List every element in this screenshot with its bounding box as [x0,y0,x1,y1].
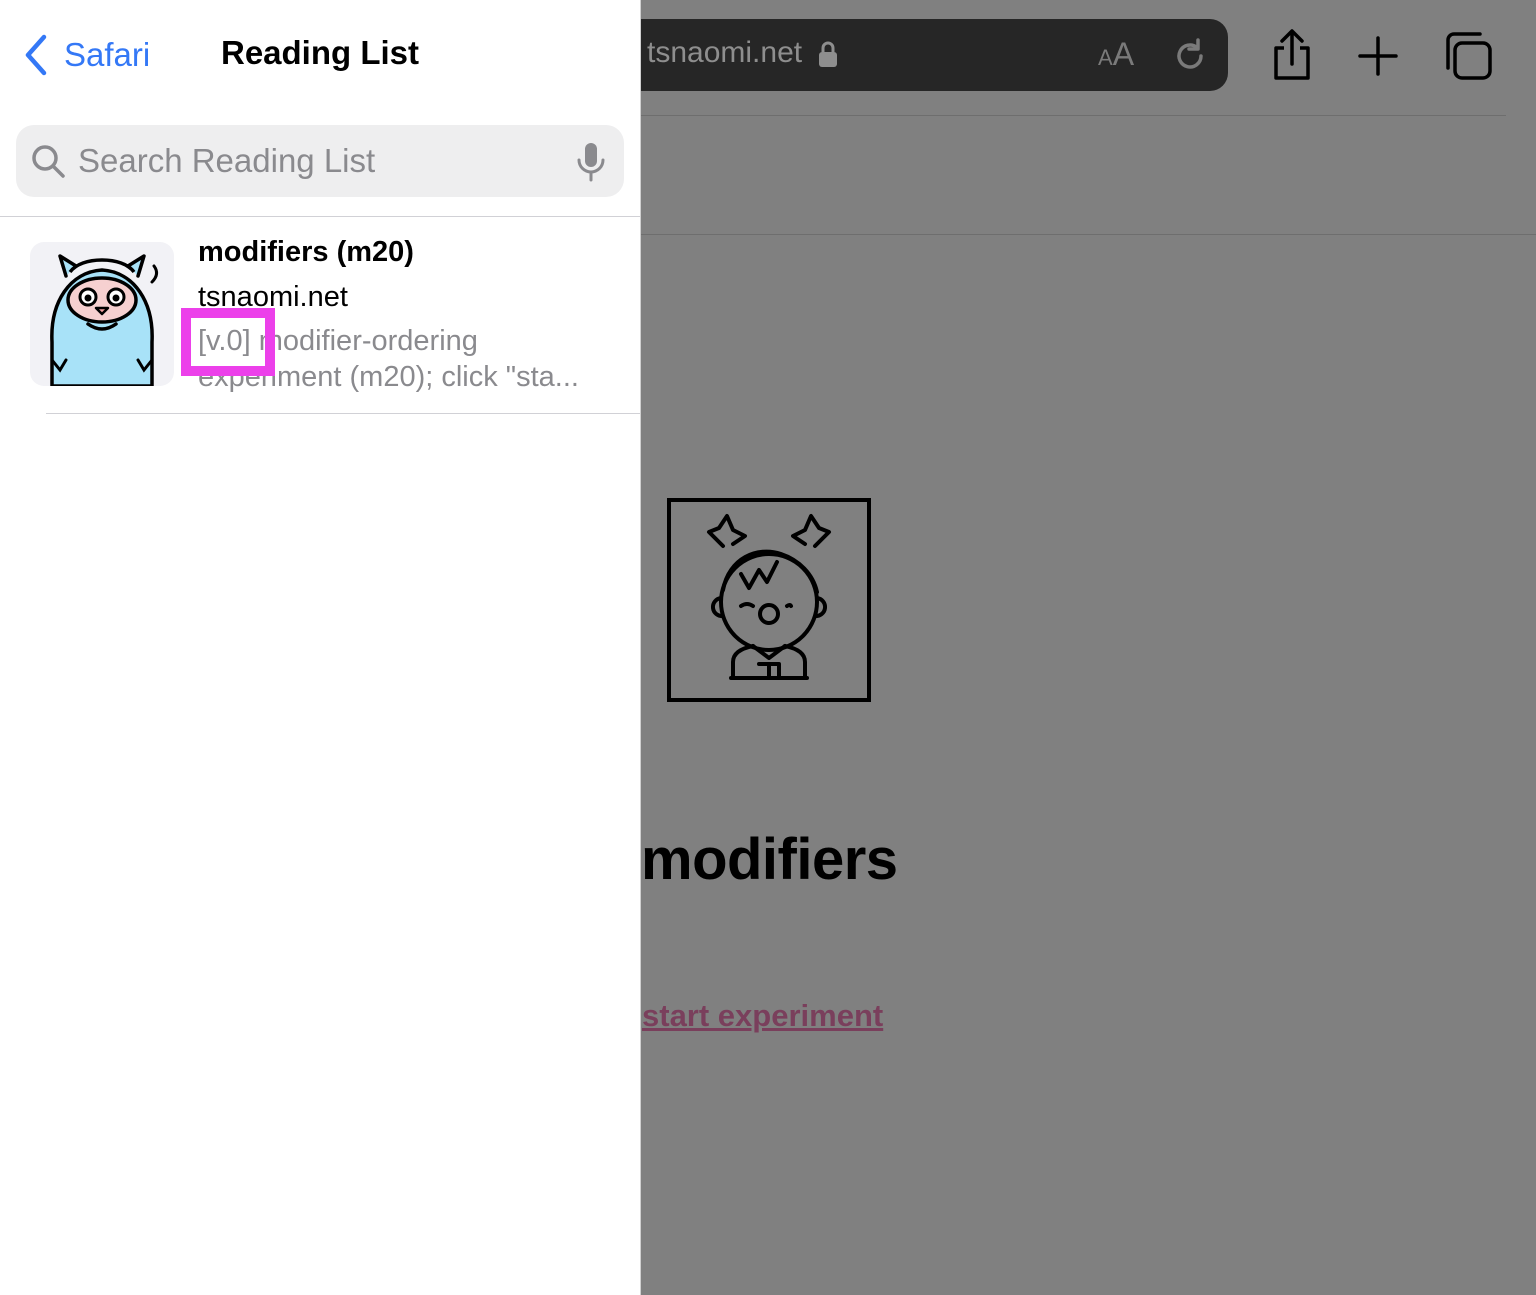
reload-icon[interactable] [1170,36,1210,76]
item-description-line-1: [v.0] modifier-ordering [198,325,478,357]
start-experiment-link[interactable]: start experiment [642,998,883,1034]
item-title: modifiers (m20) [198,236,414,268]
item-thumbnail [30,242,174,386]
list-divider [46,413,640,414]
search-icon [32,145,65,178]
reading-list-panel: Safari Reading List Search Reading List [0,0,641,1295]
yeti-thumbnail-icon [50,254,159,386]
item-domain: tsnaomi.net [198,281,348,313]
item-description: [v.0] modifier-ordering experiment (m20)… [198,323,618,395]
microphone-icon[interactable] [576,141,606,183]
header-divider [640,234,1536,235]
toolbar-divider [640,115,1506,116]
item-description-line-2: experiment (m20); click "sta... [198,361,579,393]
webpage-heading: modifiers [641,827,898,892]
new-tab-icon[interactable] [1350,28,1406,84]
share-icon[interactable] [1264,28,1320,84]
lock-icon [819,41,837,67]
url-text[interactable]: tsnaomi.net [647,36,802,70]
reading-list-item[interactable]: modifiers (m20) tsnaomi.net [v.0] modifi… [0,217,640,413]
text-size-icon[interactable]: AA [1098,36,1134,73]
girl-avatar-icon [707,514,831,680]
search-placeholder: Search Reading List [78,142,376,179]
panel-title: Reading List [220,34,420,71]
webpage-avatar [667,498,871,702]
tabs-overview-icon[interactable] [1440,28,1496,84]
search-input[interactable]: Search Reading List [16,125,624,197]
